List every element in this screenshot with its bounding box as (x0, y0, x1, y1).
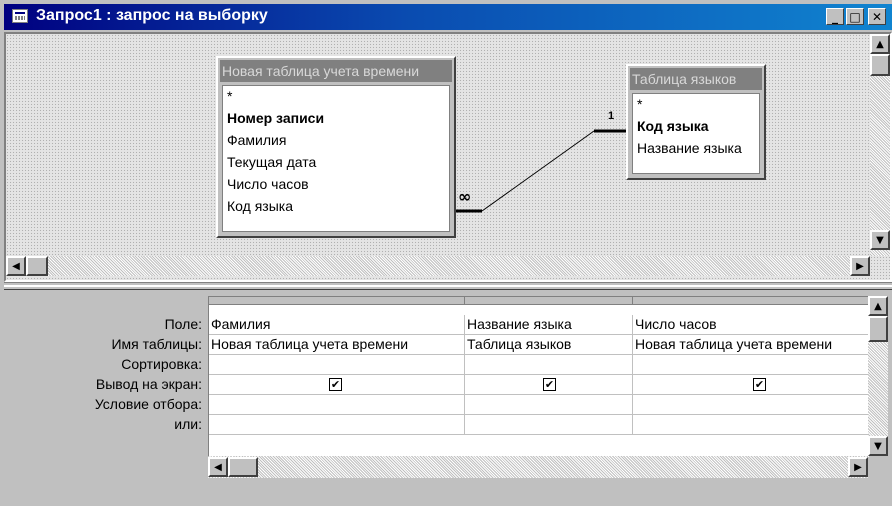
grid-horizontal-scrollbar[interactable]: ◀ ▶ (208, 456, 868, 478)
many-side-label: ∞ (458, 187, 472, 206)
row-label-or: или: (174, 416, 202, 432)
close-button[interactable]: ✕ (868, 8, 886, 25)
row-label-show: Вывод на экран: (95, 376, 202, 392)
criteria-cell[interactable] (633, 395, 869, 415)
show-checkbox[interactable]: ✔ (753, 378, 766, 391)
scroll-up-button[interactable]: ▲ (868, 296, 888, 316)
field-item[interactable]: Код языка (637, 118, 709, 134)
field-item[interactable]: * (227, 88, 232, 104)
or-cell[interactable] (465, 415, 633, 435)
scroll-thumb[interactable] (26, 256, 48, 276)
field-item[interactable]: Фамилия (227, 132, 286, 148)
pane-splitter[interactable] (4, 282, 892, 290)
field-cell[interactable]: Фамилия (209, 315, 465, 335)
table-design-pane: ∞ 1 Новая таблица учета времени * Номер … (4, 32, 892, 282)
scroll-left-button[interactable]: ◀ (208, 457, 228, 477)
table-cell[interactable]: Новая таблица учета времени (633, 335, 869, 355)
criteria-cell[interactable] (209, 395, 465, 415)
row-label-sort: Сортировка: (121, 356, 202, 372)
one-side-label: 1 (608, 110, 615, 122)
or-cell[interactable] (633, 415, 869, 435)
field-item[interactable]: Число часов (227, 176, 309, 192)
field-item[interactable]: Код языка (227, 198, 293, 214)
query-window: Запрос1 : запрос на выборку _ □ ✕ ∞ 1 Но… (0, 0, 892, 506)
field-item[interactable]: * (637, 96, 642, 112)
design-horizontal-scrollbar[interactable]: ◀ ▶ (6, 256, 870, 276)
table-cell[interactable]: Новая таблица учета времени (209, 335, 465, 355)
scroll-thumb[interactable] (870, 54, 890, 76)
field-item[interactable]: Текущая дата (227, 154, 316, 170)
minimize-button[interactable]: _ (826, 8, 844, 25)
sort-cell[interactable] (633, 355, 869, 375)
field-list: * Код языка Название языка (632, 93, 760, 174)
query-icon[interactable] (12, 9, 28, 23)
scroll-right-button[interactable]: ▶ (848, 457, 868, 477)
scroll-up-button[interactable]: ▲ (870, 34, 890, 54)
grid-vertical-scrollbar[interactable]: ▲ ▼ (868, 296, 888, 456)
scroll-left-button[interactable]: ◀ (6, 256, 26, 276)
row-label-table: Имя таблицы: (111, 336, 202, 352)
column-selector[interactable] (465, 297, 633, 305)
field-item[interactable]: Номер записи (227, 110, 324, 126)
field-cell[interactable]: Название языка (465, 315, 633, 335)
design-vertical-scrollbar[interactable]: ▲ ▼ (870, 34, 890, 256)
field-list-title[interactable]: Новая таблица учета времени (220, 60, 452, 82)
scroll-down-button[interactable]: ▼ (870, 230, 890, 250)
show-cell: ✔ (209, 375, 465, 395)
show-cell: ✔ (465, 375, 633, 395)
column-selector[interactable] (209, 297, 465, 305)
column-selector[interactable] (633, 297, 869, 305)
or-cell[interactable] (209, 415, 465, 435)
criteria-cell[interactable] (465, 395, 633, 415)
query-design-grid: Фамилия Новая таблица учета времени ✔ На… (208, 296, 869, 457)
show-checkbox[interactable]: ✔ (329, 378, 342, 391)
sort-cell[interactable] (209, 355, 465, 375)
show-cell: ✔ (633, 375, 869, 395)
window-title: Запрос1 : запрос на выборку (36, 7, 268, 24)
sort-cell[interactable] (465, 355, 633, 375)
field-list-time-table[interactable]: Новая таблица учета времени * Номер запи… (216, 56, 456, 238)
scroll-thumb[interactable] (228, 457, 258, 477)
field-cell[interactable]: Число часов (633, 315, 869, 335)
row-label-field: Поле: (164, 316, 202, 332)
scroll-down-button[interactable]: ▼ (868, 436, 888, 456)
scroll-thumb[interactable] (868, 316, 888, 342)
field-item[interactable]: Название языка (637, 140, 742, 156)
show-checkbox[interactable]: ✔ (543, 378, 556, 391)
title-bar[interactable]: Запрос1 : запрос на выборку _ □ ✕ (4, 4, 892, 30)
field-list-title[interactable]: Таблица языков (630, 68, 762, 90)
row-label-criteria: Условие отбора: (94, 396, 202, 412)
table-cell[interactable]: Таблица языков (465, 335, 633, 355)
scroll-right-button[interactable]: ▶ (850, 256, 870, 276)
maximize-button[interactable]: □ (846, 8, 864, 25)
field-list: * Номер записи Фамилия Текущая дата Числ… (222, 85, 450, 232)
field-list-languages-table[interactable]: Таблица языков * Код языка Название язык… (626, 64, 766, 180)
